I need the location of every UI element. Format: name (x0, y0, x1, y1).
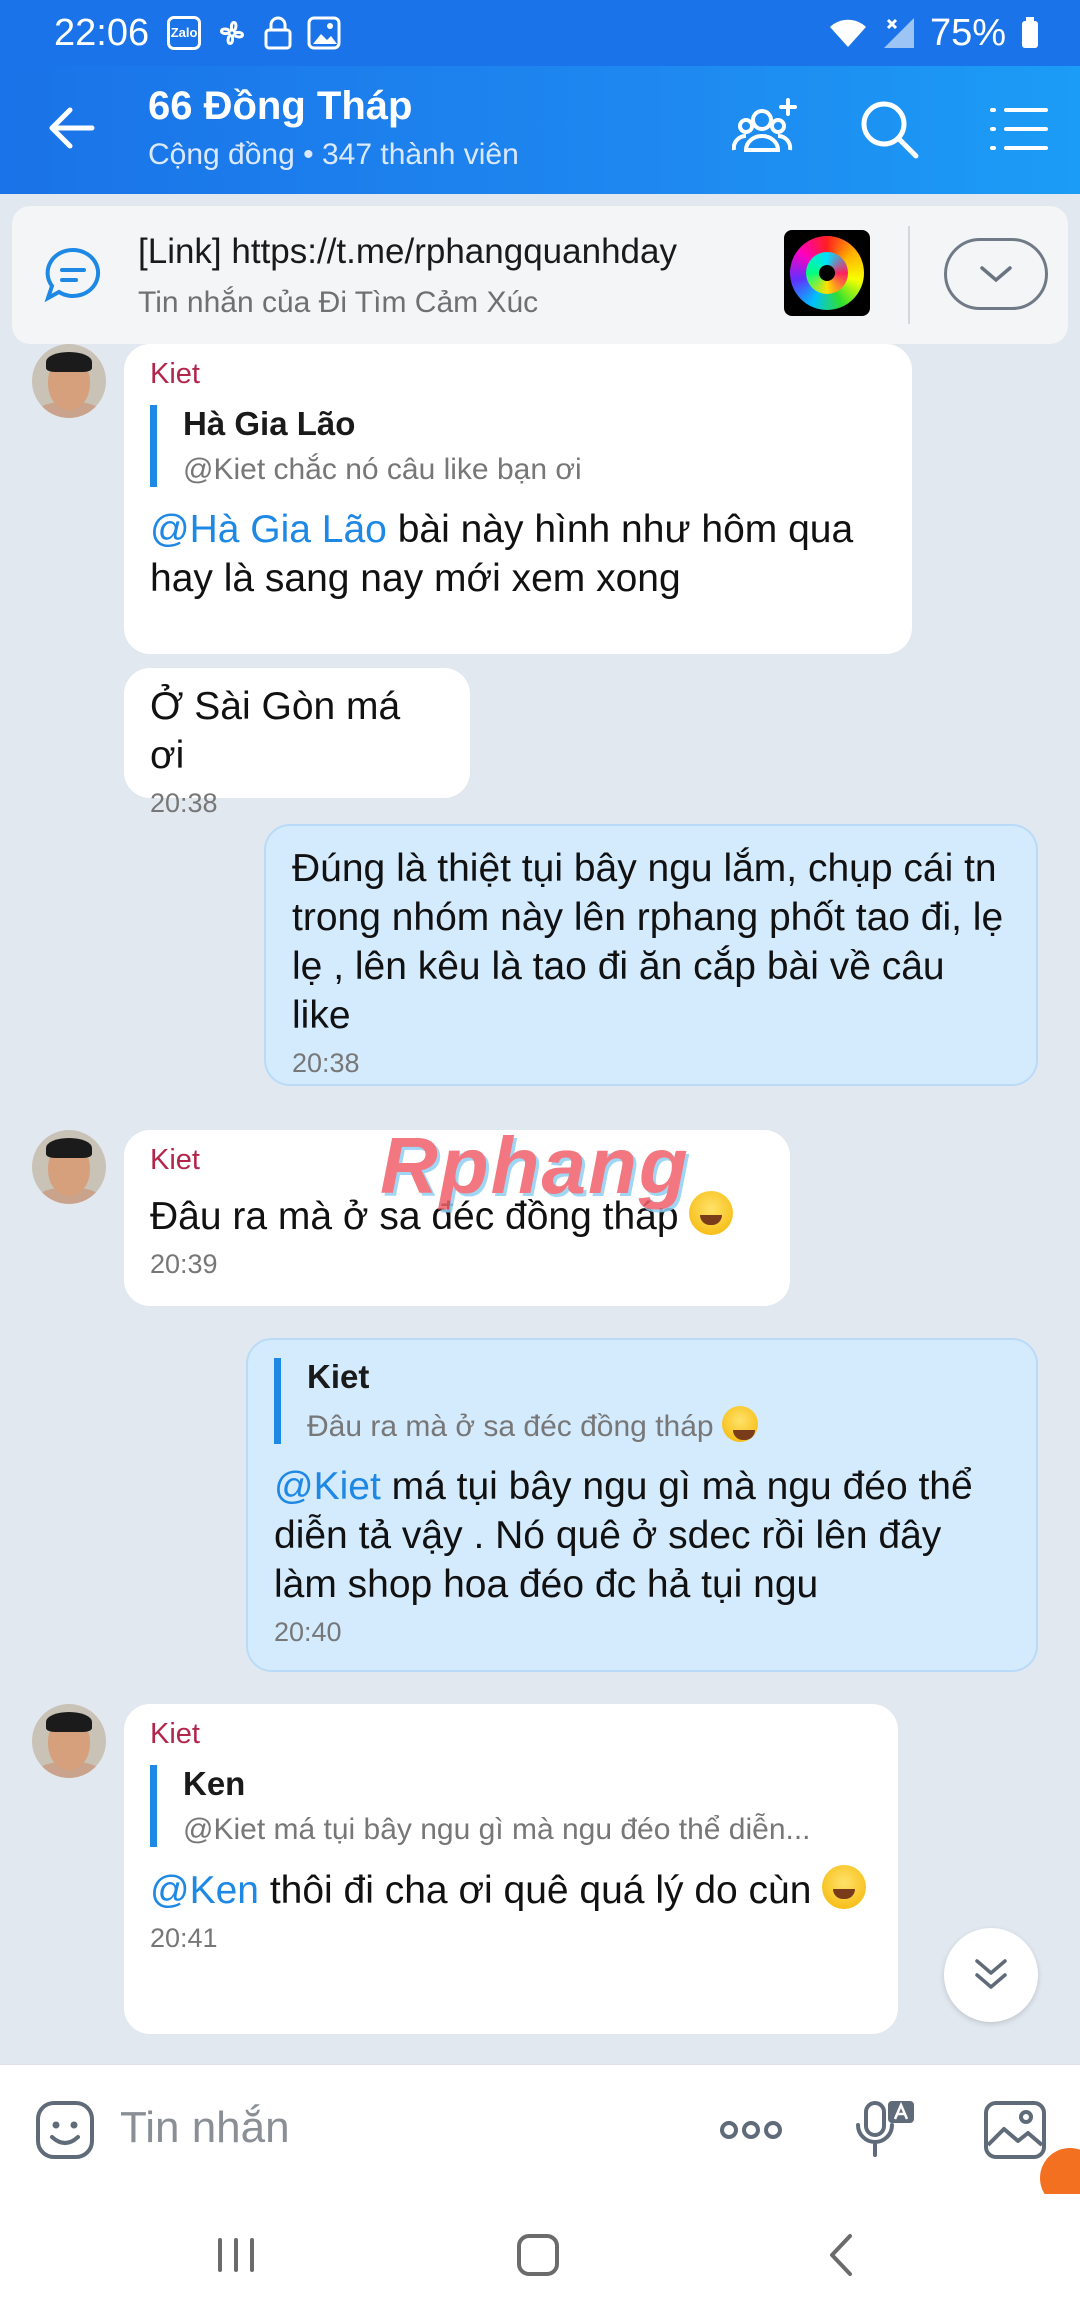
quote-author: Ken (183, 1765, 246, 1802)
mention[interactable]: @Hà Gia Lão (150, 508, 387, 551)
chat-bubble-icon (44, 247, 101, 303)
avatar[interactable] (32, 1130, 106, 1204)
avatar[interactable] (32, 1704, 106, 1778)
system-nav-bar (0, 2194, 1080, 2316)
signal-icon (883, 18, 914, 48)
message-bubble[interactable]: Kiet Hà Gia Lão @Kiet chắc nó câu like b… (124, 344, 912, 654)
mention[interactable]: @Kiet (274, 1465, 381, 1508)
fan-icon (220, 21, 245, 45)
reply-quote[interactable]: Kiet Đâu ra mà ở sa đéc đồng tháp (274, 1358, 1010, 1444)
battery-icon (1022, 17, 1038, 48)
arrow-left-icon[interactable] (40, 96, 104, 160)
message-bubble-outgoing[interactable]: Đúng là thiệt tụi bây ngu lắm, chụp cái … (264, 824, 1038, 1086)
quote-author: Hà Gia Lão (183, 405, 356, 442)
message-input-bar: Tin nhắn (0, 2064, 1080, 2194)
mention[interactable]: @Ken (150, 1869, 259, 1912)
group-title[interactable]: 66 Đồng Tháp (148, 84, 412, 129)
status-system-icons: 75% (828, 12, 1040, 55)
message-time: 20:38 (292, 1048, 360, 1078)
search-icon[interactable] (856, 96, 922, 162)
message-text: Đúng là thiệt tụi bây ngu lắm, chụp cái … (292, 847, 1004, 1037)
back-nav-icon[interactable] (812, 2228, 872, 2282)
chat-header: 66 Đồng Tháp Cộng đồng • 347 thành viên (0, 66, 1080, 194)
reply-quote[interactable]: Hà Gia Lão @Kiet chắc nó câu like bạn ơi (150, 405, 886, 487)
battery-percent: 75% (929, 11, 1006, 54)
image-icon[interactable] (982, 2097, 1048, 2163)
message-text: Ở Sài Gòn má ơi (150, 685, 401, 777)
message-body: thôi đi cha ơi quê quá lý do cùn (258, 1869, 823, 1912)
chevron-down-icon (980, 266, 1012, 283)
more-icon[interactable] (718, 2097, 784, 2163)
sender-name[interactable]: Kiet (150, 358, 886, 391)
message-text: @Hà Gia Lão bài này hình như hôm qua hay… (150, 505, 886, 603)
message-time: 20:39 (150, 1249, 218, 1279)
sticker-icon[interactable] (32, 2097, 98, 2163)
lock-icon (264, 16, 292, 50)
pinned-divider (908, 226, 910, 324)
laughing-emoji-icon (689, 1191, 734, 1235)
status-notification-icons: Zalo (167, 16, 341, 50)
laughing-emoji-icon (822, 1865, 867, 1909)
wifi-icon (829, 19, 866, 47)
message-text: @Ken thôi đi cha ơi quê quá lý do cùn (150, 1865, 872, 1915)
quote-body: Đâu ra mà ở sa đéc đồng tháp (307, 1410, 722, 1443)
pinned-subtitle: Tin nhắn của Đi Tìm Cảm Xúc (138, 286, 539, 319)
zalo-icon: Zalo (167, 16, 202, 50)
status-bar: 22:06 Zalo 75% (0, 0, 1080, 66)
scroll-to-bottom-button[interactable] (944, 1928, 1038, 2022)
message-time: 20:38 (150, 788, 218, 818)
double-chevron-down-icon (975, 1959, 1007, 1989)
watermark-logo: Rphang (380, 1121, 690, 1210)
avatar[interactable] (32, 344, 106, 418)
message-bubble[interactable]: Kiet Ken @Kiet má tụi bây ngu gì mà ngu … (124, 1704, 898, 2034)
group-subtitle[interactable]: Cộng đồng • 347 thành viên (148, 138, 519, 172)
message-time: 20:40 (274, 1617, 342, 1647)
home-icon[interactable] (508, 2228, 568, 2282)
pinned-message[interactable]: [Link] https://t.me/rphangquanhday Tin n… (12, 206, 1068, 344)
quote-text: @Kiet chắc nó câu like bạn ơi (183, 453, 582, 486)
status-time: 22:06 (54, 11, 150, 54)
pinned-expand-button[interactable] (944, 238, 1048, 310)
list-menu-icon[interactable] (986, 96, 1052, 162)
message-time: 20:41 (150, 1923, 218, 1953)
message-input[interactable]: Tin nhắn (120, 2103, 290, 2153)
microphone-icon[interactable] (852, 2097, 918, 2163)
message-bubble[interactable]: Ở Sài Gòn má ơi 20:38 (124, 668, 470, 818)
laughing-emoji-icon (721, 1406, 758, 1442)
reply-quote[interactable]: Ken @Kiet má tụi bây ngu gì mà ngu đéo t… (150, 1765, 872, 1847)
gallery-icon (307, 16, 341, 50)
sender-name[interactable]: Kiet (150, 1718, 872, 1751)
recents-icon[interactable] (206, 2228, 266, 2282)
quote-text: Đâu ra mà ở sa đéc đồng tháp (307, 1406, 1010, 1444)
quote-text: @Kiet má tụi bây ngu gì mà ngu đéo thể d… (183, 1813, 811, 1846)
pinned-thumbnail (784, 230, 870, 316)
message-bubble-outgoing[interactable]: Kiet Đâu ra mà ở sa đéc đồng tháp @Kiet … (246, 1338, 1038, 1672)
pinned-title: [Link] https://t.me/rphangquanhday (138, 232, 677, 271)
message-text: @Kiet má tụi bây ngu gì mà ngu đéo thể d… (274, 1462, 1010, 1609)
quote-author: Kiet (307, 1358, 370, 1395)
add-member-icon[interactable] (732, 96, 798, 162)
